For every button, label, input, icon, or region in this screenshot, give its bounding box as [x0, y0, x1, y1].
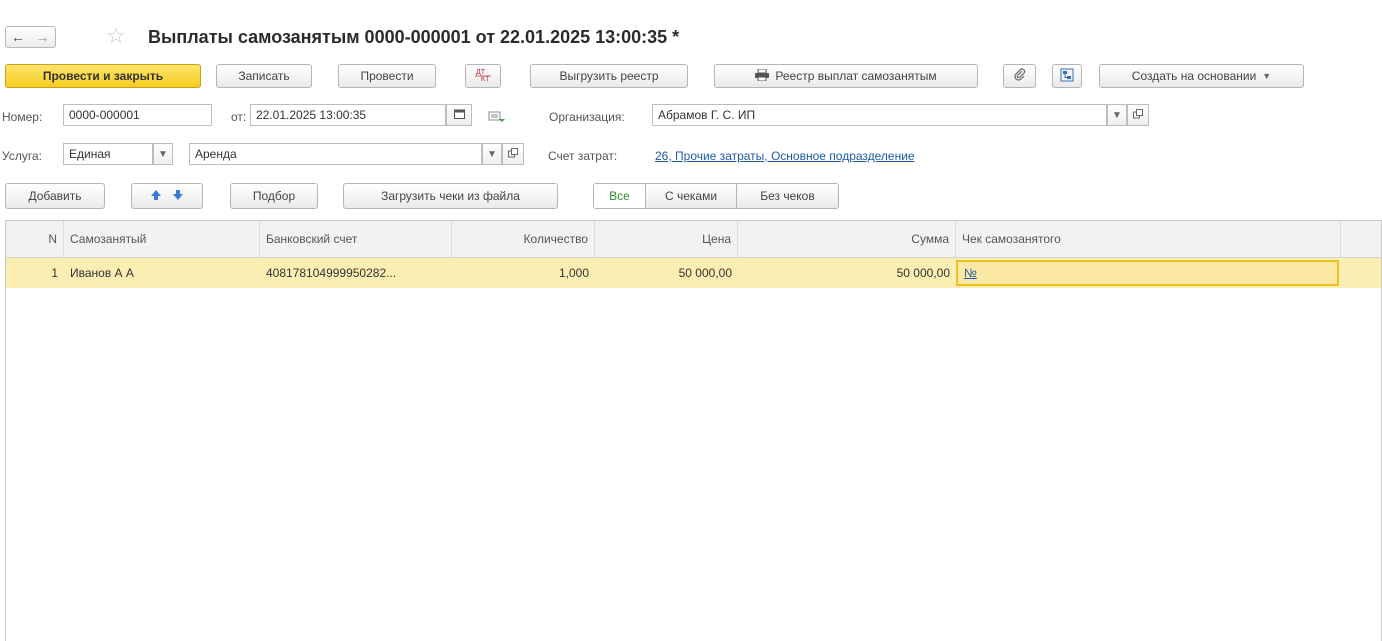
service-type-dropdown-button[interactable]: ▼ — [153, 143, 173, 165]
cost-account-link[interactable]: 26, Прочие затраты, Основное подразделен… — [655, 149, 915, 163]
org-dropdown-button[interactable]: ▼ — [1107, 104, 1127, 126]
column-header-person[interactable]: Самозанятый — [64, 221, 260, 258]
column-header-price[interactable]: Цена — [595, 221, 738, 258]
post-button[interactable]: Провести — [338, 64, 436, 88]
calendar-icon — [453, 109, 465, 122]
back-button[interactable]: ← — [5, 26, 31, 48]
receipt-link[interactable]: № — [964, 266, 977, 280]
load-receipts-button[interactable]: Загрузить чеки из файла — [343, 183, 558, 209]
service-label: Услуга: — [2, 149, 42, 163]
arrow-left-icon: ← — [11, 29, 25, 45]
registry-report-button[interactable]: Реестр выплат самозанятым — [714, 64, 978, 88]
cost-account-label: Счет затрат: — [548, 149, 618, 163]
service-dropdown-button[interactable]: ▼ — [482, 143, 502, 165]
payments-table: N Самозанятый Банковский счет Количество… — [5, 220, 1382, 641]
attach-button[interactable] — [1003, 64, 1036, 88]
page-title: Выплаты самозанятым 0000-000001 от 22.01… — [148, 27, 680, 47]
add-row-button[interactable]: Добавить — [5, 183, 105, 209]
cell-n: 1 — [51, 266, 58, 280]
filter-with-receipts-tab[interactable]: С чеками — [645, 183, 737, 209]
dtkt-button[interactable]: ДТ КТ — [465, 64, 501, 88]
service-field[interactable]: Аренда — [189, 143, 482, 165]
arrow-up-icon[interactable] — [150, 189, 162, 204]
table-row[interactable]: 1 Иванов А А 408178104999950282... 1,000… — [6, 258, 1381, 288]
svg-text:ДТ: ДТ — [476, 69, 486, 76]
forward-button[interactable]: → — [30, 26, 56, 48]
dtkt-icon: ДТ КТ — [473, 67, 493, 85]
structure-icon — [1060, 68, 1074, 85]
date-field[interactable]: 22.01.2025 13:00:35 — [250, 104, 446, 126]
structure-button[interactable] — [1052, 64, 1082, 88]
paperclip-icon — [1013, 67, 1027, 85]
open-icon — [1133, 108, 1143, 122]
cell-sum[interactable]: 50 000,00 — [738, 258, 956, 288]
chevron-down-icon: ▼ — [1112, 109, 1122, 121]
org-label: Организация: — [549, 110, 625, 124]
cell-receipt[interactable]: № — [956, 260, 1339, 286]
column-header-receipt[interactable]: Чек самозанятого — [956, 221, 1341, 258]
create-based-on-label: Создать на основании — [1131, 69, 1257, 83]
table-header: N Самозанятый Банковский счет Количество… — [6, 221, 1381, 258]
svg-text:КТ: КТ — [481, 76, 490, 83]
create-based-on-button[interactable]: Создать на основании ▼ — [1099, 64, 1304, 88]
number-field[interactable]: 0000-000001 — [63, 104, 212, 126]
cell-account[interactable]: 408178104999950282... — [260, 258, 452, 288]
document-status-icon[interactable] — [488, 110, 506, 127]
registry-report-label: Реестр выплат самозанятым — [775, 69, 937, 83]
move-buttons-group — [131, 183, 203, 209]
column-header-n[interactable]: N — [6, 221, 64, 258]
arrow-right-icon: → — [35, 29, 50, 45]
pick-button[interactable]: Подбор — [230, 183, 318, 209]
number-label: Номер: — [2, 110, 43, 124]
post-and-close-button[interactable]: Провести и закрыть — [5, 64, 201, 88]
org-open-button[interactable] — [1127, 104, 1149, 126]
arrow-down-icon[interactable] — [172, 189, 184, 204]
cell-qty[interactable]: 1,000 — [452, 258, 595, 288]
date-label: от: — [231, 110, 247, 124]
column-header-sum[interactable]: Сумма — [738, 221, 956, 258]
chevron-down-icon: ▼ — [1262, 71, 1272, 81]
export-registry-button[interactable]: Выгрузить реестр — [530, 64, 688, 88]
save-button[interactable]: Записать — [216, 64, 312, 88]
calendar-button[interactable] — [446, 104, 472, 126]
chevron-down-icon: ▼ — [487, 148, 497, 160]
cell-price[interactable]: 50 000,00 — [595, 258, 738, 288]
column-header-spacer — [1341, 221, 1381, 258]
open-icon — [508, 147, 518, 161]
favorite-star-icon[interactable]: ☆ — [106, 24, 126, 48]
filter-all-tab[interactable]: Все — [593, 183, 646, 209]
cell-person[interactable]: Иванов А А — [64, 258, 260, 288]
service-open-button[interactable] — [502, 143, 524, 165]
org-field[interactable]: Абрамов Г. С. ИП — [652, 104, 1107, 126]
printer-icon — [755, 68, 770, 84]
filter-without-receipts-tab[interactable]: Без чеков — [736, 183, 839, 209]
column-header-qty[interactable]: Количество — [452, 221, 595, 258]
chevron-down-icon: ▼ — [158, 148, 168, 160]
service-type-field[interactable]: Единая — [63, 143, 153, 165]
column-header-account[interactable]: Банковский счет — [260, 221, 452, 258]
